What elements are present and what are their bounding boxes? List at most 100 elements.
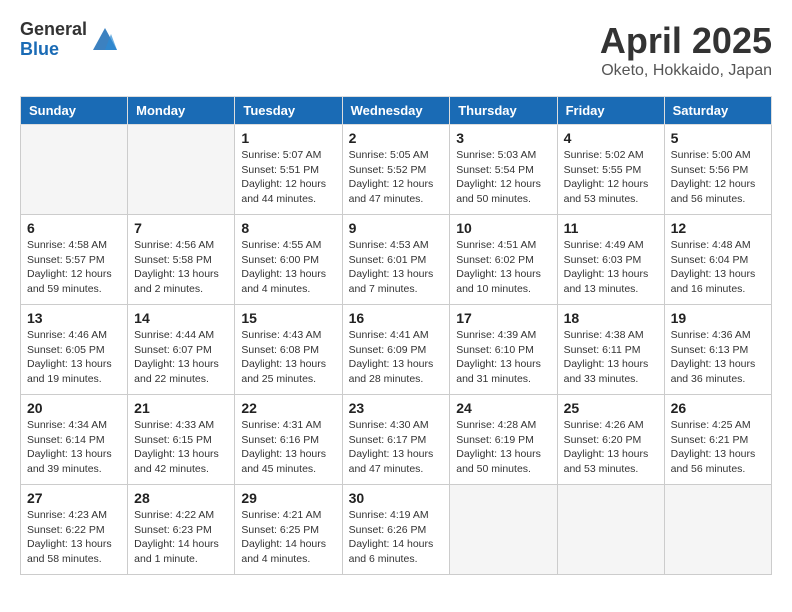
day-number: 11	[564, 220, 658, 236]
day-number: 25	[564, 400, 658, 416]
calendar-cell	[21, 125, 128, 215]
calendar-cell: 16Sunrise: 4:41 AMSunset: 6:09 PMDayligh…	[342, 305, 450, 395]
day-number: 30	[349, 490, 444, 506]
day-info: Sunrise: 4:30 AMSunset: 6:17 PMDaylight:…	[349, 418, 444, 477]
day-info: Sunrise: 4:33 AMSunset: 6:15 PMDaylight:…	[134, 418, 228, 477]
calendar-cell: 18Sunrise: 4:38 AMSunset: 6:11 PMDayligh…	[557, 305, 664, 395]
day-number: 4	[564, 130, 658, 146]
calendar-cell	[664, 485, 771, 575]
day-number: 3	[456, 130, 550, 146]
calendar-cell: 7Sunrise: 4:56 AMSunset: 5:58 PMDaylight…	[128, 215, 235, 305]
day-number: 10	[456, 220, 550, 236]
day-info: Sunrise: 4:23 AMSunset: 6:22 PMDaylight:…	[27, 508, 121, 567]
header-thursday: Thursday	[450, 97, 557, 125]
day-info: Sunrise: 4:39 AMSunset: 6:10 PMDaylight:…	[456, 328, 550, 387]
calendar-cell: 9Sunrise: 4:53 AMSunset: 6:01 PMDaylight…	[342, 215, 450, 305]
day-number: 21	[134, 400, 228, 416]
calendar-cell: 3 Sunrise: 5:03 AMSunset: 5:54 PMDaylight…	[450, 125, 557, 215]
calendar: SundayMondayTuesdayWednesdayThursdayFrid…	[20, 96, 772, 575]
logo-text: General Blue	[20, 20, 87, 60]
day-info: Sunrise: 5:00 AMSunset: 5:56 PMDaylight:…	[671, 148, 765, 207]
calendar-cell: 26 Sunrise: 4:25 AMSunset: 6:21 PMDayligh…	[664, 395, 771, 485]
title-area: April 2025 Oketo, Hokkaido, Japan	[600, 20, 772, 80]
calendar-cell: 5Sunrise: 5:00 AMSunset: 5:56 PMDaylight…	[664, 125, 771, 215]
day-info: Sunrise: 4:22 AMSunset: 6:23 PMDaylight:…	[134, 508, 228, 567]
day-info: Sunrise: 4:46 AMSunset: 6:05 PMDaylight:…	[27, 328, 121, 387]
day-number: 27	[27, 490, 121, 506]
logo-general: General	[20, 20, 87, 40]
calendar-cell: 29 Sunrise: 4:21 AMSunset: 6:25 PMDayligh…	[235, 485, 342, 575]
day-info: Sunrise: 4:19 AMSunset: 6:26 PMDaylight:…	[349, 508, 444, 567]
calendar-cell	[557, 485, 664, 575]
day-info: Sunrise: 4:28 AMSunset: 6:19 PMDaylight:…	[456, 418, 550, 477]
calendar-cell: 30 Sunrise: 4:19 AMSunset: 6:26 PMDayligh…	[342, 485, 450, 575]
calendar-cell: 17 Sunrise: 4:39 AMSunset: 6:10 PMDayligh…	[450, 305, 557, 395]
day-number: 22	[241, 400, 335, 416]
day-number: 13	[27, 310, 121, 326]
calendar-cell: 15 Sunrise: 4:43 AMSunset: 6:08 PMDayligh…	[235, 305, 342, 395]
calendar-cell	[450, 485, 557, 575]
day-number: 24	[456, 400, 550, 416]
day-info: Sunrise: 4:49 AMSunset: 6:03 PMDaylight:…	[564, 238, 658, 297]
day-number: 12	[671, 220, 765, 236]
calendar-cell: 2Sunrise: 5:05 AMSunset: 5:52 PMDaylight…	[342, 125, 450, 215]
day-number: 14	[134, 310, 228, 326]
day-info: Sunrise: 4:43 AMSunset: 6:08 PMDaylight:…	[241, 328, 335, 387]
day-info: Sunrise: 4:55 AMSunset: 6:00 PMDaylight:…	[241, 238, 335, 297]
day-number: 7	[134, 220, 228, 236]
day-info: Sunrise: 5:05 AMSunset: 5:52 PMDaylight:…	[349, 148, 444, 207]
day-info: Sunrise: 5:03 AMSunset: 5:54 PMDaylight:…	[456, 148, 550, 207]
month-title: April 2025	[600, 20, 772, 62]
day-number: 26	[671, 400, 765, 416]
calendar-cell: 22 Sunrise: 4:31 AMSunset: 6:16 PMDayligh…	[235, 395, 342, 485]
calendar-cell	[128, 125, 235, 215]
week-row-3: 13 Sunrise: 4:46 AMSunset: 6:05 PMDayligh…	[21, 305, 772, 395]
calendar-cell: 23 Sunrise: 4:30 AMSunset: 6:17 PMDayligh…	[342, 395, 450, 485]
day-info: Sunrise: 5:02 AMSunset: 5:55 PMDaylight:…	[564, 148, 658, 207]
calendar-cell: 14 Sunrise: 4:44 AMSunset: 6:07 PMDayligh…	[128, 305, 235, 395]
week-row-5: 27 Sunrise: 4:23 AMSunset: 6:22 PMDayligh…	[21, 485, 772, 575]
calendar-cell: 6Sunrise: 4:58 AMSunset: 5:57 PMDaylight…	[21, 215, 128, 305]
calendar-cell: 11 Sunrise: 4:49 AMSunset: 6:03 PMDayligh…	[557, 215, 664, 305]
day-number: 9	[349, 220, 444, 236]
calendar-header-row: SundayMondayTuesdayWednesdayThursdayFrid…	[21, 97, 772, 125]
day-number: 16	[349, 310, 444, 326]
calendar-cell: 19Sunrise: 4:36 AMSunset: 6:13 PMDayligh…	[664, 305, 771, 395]
calendar-cell: 27 Sunrise: 4:23 AMSunset: 6:22 PMDayligh…	[21, 485, 128, 575]
header-monday: Monday	[128, 97, 235, 125]
day-number: 23	[349, 400, 444, 416]
day-number: 15	[241, 310, 335, 326]
calendar-cell: 20Sunrise: 4:34 AMSunset: 6:14 PMDayligh…	[21, 395, 128, 485]
day-info: Sunrise: 4:25 AMSunset: 6:21 PMDaylight:…	[671, 418, 765, 477]
week-row-4: 20Sunrise: 4:34 AMSunset: 6:14 PMDayligh…	[21, 395, 772, 485]
day-number: 1	[241, 130, 335, 146]
header-saturday: Saturday	[664, 97, 771, 125]
day-info: Sunrise: 5:07 AMSunset: 5:51 PMDaylight:…	[241, 148, 335, 207]
week-row-1: 1 Sunrise: 5:07 AMSunset: 5:51 PMDaylight…	[21, 125, 772, 215]
logo-icon	[91, 26, 119, 54]
calendar-cell: 1 Sunrise: 5:07 AMSunset: 5:51 PMDaylight…	[235, 125, 342, 215]
location: Oketo, Hokkaido, Japan	[600, 62, 772, 80]
calendar-cell: 28Sunrise: 4:22 AMSunset: 6:23 PMDayligh…	[128, 485, 235, 575]
header: General Blue April 2025 Oketo, Hokkaido,…	[20, 20, 772, 80]
calendar-cell: 4 Sunrise: 5:02 AMSunset: 5:55 PMDaylight…	[557, 125, 664, 215]
day-info: Sunrise: 4:31 AMSunset: 6:16 PMDaylight:…	[241, 418, 335, 477]
day-info: Sunrise: 4:44 AMSunset: 6:07 PMDaylight:…	[134, 328, 228, 387]
calendar-cell: 8 Sunrise: 4:55 AMSunset: 6:00 PMDaylight…	[235, 215, 342, 305]
calendar-cell: 24 Sunrise: 4:28 AMSunset: 6:19 PMDayligh…	[450, 395, 557, 485]
header-tuesday: Tuesday	[235, 97, 342, 125]
calendar-cell: 21 Sunrise: 4:33 AMSunset: 6:15 PMDayligh…	[128, 395, 235, 485]
day-number: 19	[671, 310, 765, 326]
day-info: Sunrise: 4:21 AMSunset: 6:25 PMDaylight:…	[241, 508, 335, 567]
logo: General Blue	[20, 20, 119, 60]
calendar-cell: 10Sunrise: 4:51 AMSunset: 6:02 PMDayligh…	[450, 215, 557, 305]
day-number: 6	[27, 220, 121, 236]
calendar-cell: 13 Sunrise: 4:46 AMSunset: 6:05 PMDayligh…	[21, 305, 128, 395]
day-number: 8	[241, 220, 335, 236]
day-number: 17	[456, 310, 550, 326]
day-number: 29	[241, 490, 335, 506]
header-friday: Friday	[557, 97, 664, 125]
logo-blue: Blue	[20, 40, 87, 60]
day-number: 18	[564, 310, 658, 326]
calendar-cell: 25Sunrise: 4:26 AMSunset: 6:20 PMDayligh…	[557, 395, 664, 485]
